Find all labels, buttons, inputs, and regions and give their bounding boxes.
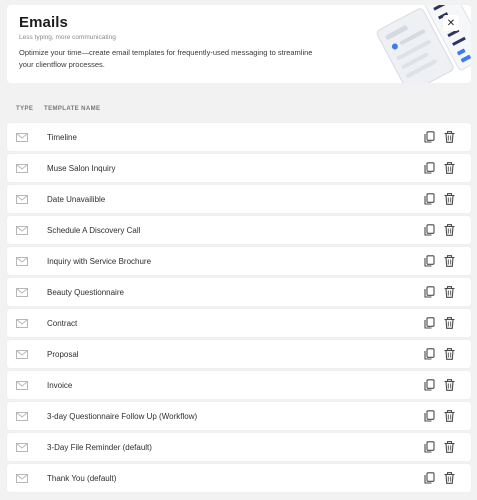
mail-icon <box>16 474 28 483</box>
trash-icon[interactable] <box>444 317 455 329</box>
trash-icon[interactable] <box>444 379 455 391</box>
page-description: Optimize your time—create email template… <box>19 48 313 69</box>
copy-icon[interactable] <box>424 162 435 174</box>
mail-icon <box>16 350 28 359</box>
template-name: Date Unavailible <box>47 195 106 204</box>
mail-icon <box>16 133 28 142</box>
table-row[interactable]: Timeline <box>7 123 471 151</box>
template-name: Schedule A Discovery Call <box>47 226 141 235</box>
template-name: Thank You (default) <box>47 474 117 483</box>
mail-icon <box>16 195 28 204</box>
table-row[interactable]: 3-Day File Reminder (default) <box>7 433 471 461</box>
copy-icon[interactable] <box>424 410 435 422</box>
trash-icon[interactable] <box>444 193 455 205</box>
page-title: Emails <box>19 14 68 31</box>
table-row[interactable]: Proposal <box>7 340 471 368</box>
template-name: Invoice <box>47 381 73 390</box>
mail-icon <box>16 443 28 452</box>
template-name: Inquiry with Service Brochure <box>47 257 152 266</box>
copy-icon[interactable] <box>424 224 435 236</box>
trash-icon[interactable] <box>444 131 455 143</box>
copy-icon[interactable] <box>424 441 435 453</box>
template-name: Timeline <box>47 133 77 142</box>
template-name: Contract <box>47 319 78 328</box>
mail-icon <box>16 226 28 235</box>
copy-icon[interactable] <box>424 193 435 205</box>
table-row[interactable]: Beauty Questionnaire <box>7 278 471 306</box>
template-name: Proposal <box>47 350 79 359</box>
template-name: 3-day Questionnaire Follow Up (Workflow) <box>47 412 198 421</box>
table-row[interactable]: Schedule A Discovery Call <box>7 216 471 244</box>
template-name: Beauty Questionnaire <box>47 288 124 297</box>
copy-icon[interactable] <box>424 472 435 484</box>
copy-icon[interactable] <box>424 131 435 143</box>
close-button[interactable]: ✕ <box>443 15 459 31</box>
mail-icon <box>16 164 28 173</box>
trash-icon[interactable] <box>444 286 455 298</box>
template-name: Muse Salon Inquiry <box>47 164 116 173</box>
copy-icon[interactable] <box>424 348 435 360</box>
copy-icon[interactable] <box>424 379 435 391</box>
column-header-template-name: TEMPLATE NAME <box>44 106 101 112</box>
copy-icon[interactable] <box>424 255 435 267</box>
header-banner: Emails Less typing, more communicating O… <box>7 5 471 83</box>
trash-icon[interactable] <box>444 410 455 422</box>
mail-icon <box>16 257 28 266</box>
column-header-type: TYPE <box>16 106 34 112</box>
table-row[interactable]: Thank You (default) <box>7 464 471 492</box>
mail-icon <box>16 412 28 421</box>
table-row[interactable]: Contract <box>7 309 471 337</box>
table-row[interactable]: Date Unavailible <box>7 185 471 213</box>
trash-icon[interactable] <box>444 224 455 236</box>
trash-icon[interactable] <box>444 472 455 484</box>
mail-icon <box>16 319 28 328</box>
table-row[interactable]: Invoice <box>7 371 471 399</box>
template-name: 3-Day File Reminder (default) <box>47 443 152 452</box>
copy-icon[interactable] <box>424 317 435 329</box>
table-row[interactable]: Muse Salon Inquiry <box>7 154 471 182</box>
mail-icon <box>16 288 28 297</box>
table-row[interactable]: 3-day Questionnaire Follow Up (Workflow) <box>7 402 471 430</box>
trash-icon[interactable] <box>444 441 455 453</box>
mail-icon <box>16 381 28 390</box>
table-row[interactable]: Inquiry with Service Brochure <box>7 247 471 275</box>
trash-icon[interactable] <box>444 162 455 174</box>
page-subtitle: Less typing, more communicating <box>19 34 116 41</box>
trash-icon[interactable] <box>444 255 455 267</box>
copy-icon[interactable] <box>424 286 435 298</box>
trash-icon[interactable] <box>444 348 455 360</box>
close-icon: ✕ <box>446 17 456 29</box>
